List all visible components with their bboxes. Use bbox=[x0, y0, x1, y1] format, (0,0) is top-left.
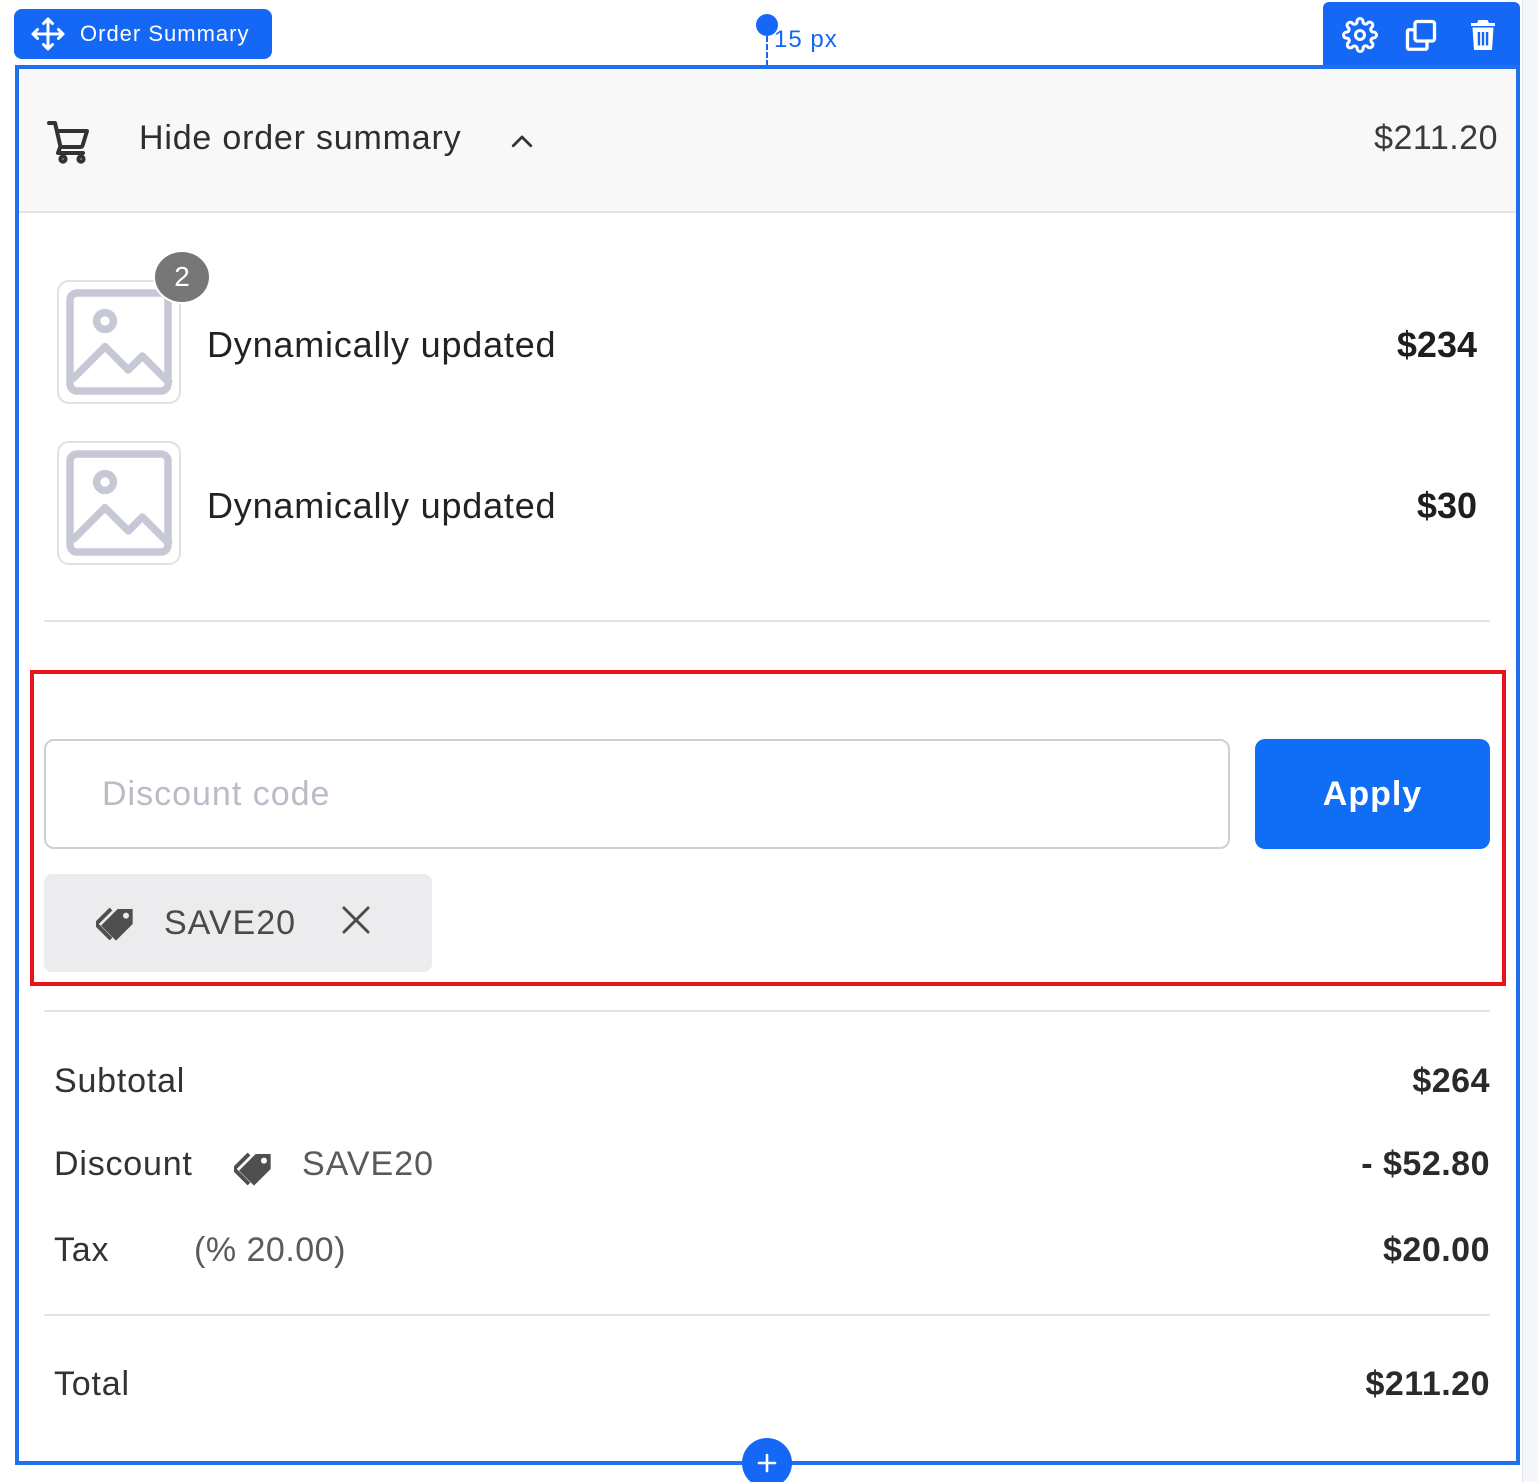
product-name: Dynamically updated bbox=[207, 485, 557, 526]
product-name: Dynamically updated bbox=[207, 324, 557, 365]
tax-rate: (% 20.00) bbox=[194, 1231, 346, 1269]
divider bbox=[44, 1010, 1490, 1012]
toggle-summary-label: Hide order summary bbox=[139, 119, 462, 157]
duplicate-icon bbox=[1406, 19, 1437, 51]
apply-discount-button[interactable]: Apply bbox=[1255, 739, 1490, 849]
cart-icon bbox=[47, 121, 89, 164]
block-drag-handle[interactable]: Order Summary bbox=[14, 9, 272, 59]
discount-label: Discount bbox=[54, 1145, 193, 1183]
divider bbox=[44, 620, 1490, 622]
subtotal-row: Subtotal $264 bbox=[54, 1062, 1490, 1112]
applied-code-chip: SAVE20 bbox=[44, 874, 432, 972]
total-label: Total bbox=[54, 1365, 130, 1403]
product-price: $30 bbox=[1416, 485, 1477, 526]
spacing-guide-line bbox=[766, 36, 768, 66]
line-item: 2 Dynamically updated $234 bbox=[57, 250, 1477, 404]
plus-icon bbox=[757, 1453, 777, 1473]
quantity-badge: 2 bbox=[153, 250, 211, 304]
chevron-up-icon bbox=[511, 135, 533, 148]
close-icon[interactable] bbox=[338, 902, 374, 938]
duplicate-button[interactable] bbox=[1399, 13, 1443, 57]
editor-side-guide bbox=[1522, 0, 1538, 1482]
discount-value: - $52.80 bbox=[1361, 1145, 1490, 1183]
tax-value: $20.00 bbox=[1383, 1231, 1490, 1269]
product-thumbnail bbox=[57, 280, 181, 404]
spacing-label: 15 px bbox=[774, 26, 838, 53]
order-summary-toggle[interactable]: Hide order summary $211.20 bbox=[19, 69, 1516, 213]
discount-code-label: SAVE20 bbox=[302, 1145, 435, 1183]
move-icon bbox=[31, 17, 65, 51]
product-thumbnail bbox=[57, 441, 181, 565]
delete-button[interactable] bbox=[1461, 13, 1505, 57]
block-name-label: Order Summary bbox=[80, 21, 250, 46]
image-placeholder-icon bbox=[66, 289, 173, 395]
subtotal-value: $264 bbox=[1412, 1062, 1490, 1100]
settings-button[interactable] bbox=[1338, 13, 1382, 57]
block-toolbar bbox=[1323, 2, 1520, 68]
tag-icon bbox=[96, 907, 133, 941]
tax-label: Tax bbox=[54, 1231, 110, 1269]
gear-icon bbox=[1341, 17, 1378, 53]
image-placeholder-icon bbox=[66, 450, 173, 556]
line-item: Dynamically updated $30 bbox=[57, 441, 1477, 565]
total-row: Total $211.20 bbox=[54, 1365, 1490, 1415]
tax-row: Tax (% 20.00) $20.00 bbox=[54, 1231, 1490, 1281]
applied-code-label: SAVE20 bbox=[164, 904, 297, 942]
tag-icon bbox=[234, 1152, 271, 1186]
divider bbox=[44, 1314, 1490, 1316]
total-value: $211.20 bbox=[1365, 1365, 1490, 1403]
trash-icon bbox=[1471, 20, 1496, 50]
header-total-price: $211.20 bbox=[1374, 119, 1498, 157]
discount-row: Discount SAVE20 - $52.80 bbox=[54, 1145, 1490, 1195]
product-price: $234 bbox=[1396, 324, 1477, 365]
discount-code-input[interactable] bbox=[44, 739, 1230, 849]
add-block-button[interactable] bbox=[742, 1438, 792, 1482]
subtotal-label: Subtotal bbox=[54, 1062, 186, 1100]
